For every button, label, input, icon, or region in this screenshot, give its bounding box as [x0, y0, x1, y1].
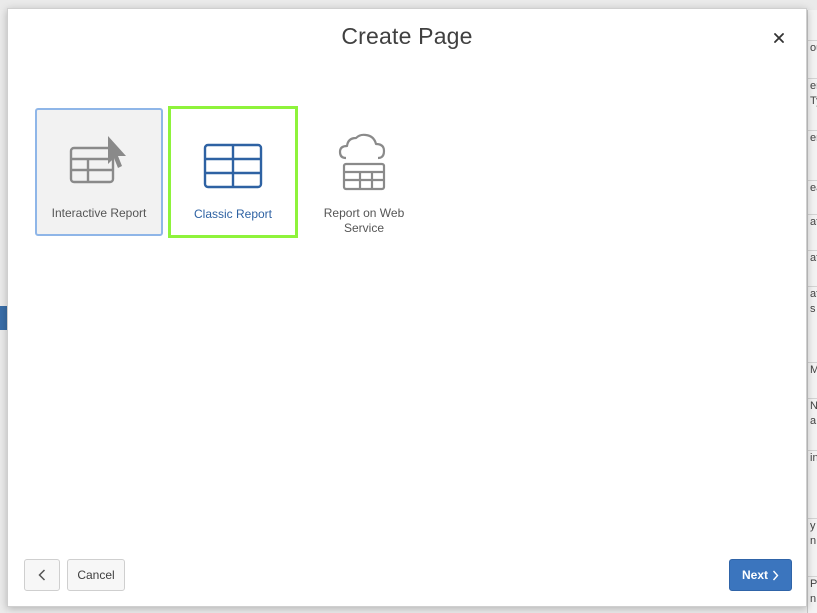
background-right-row: ea [808, 180, 817, 215]
background-right-row: Nua [808, 398, 817, 445]
create-page-dialog: Create Page Interactive Report Classic R… [7, 8, 807, 607]
classic-report-tile[interactable]: Classic Report [168, 106, 298, 238]
interactive-report-label: Interactive Report [51, 206, 147, 220]
chevron-left-icon [38, 569, 46, 581]
chevron-right-icon [772, 570, 779, 580]
web-service-report-label: Report on Web Service [323, 206, 405, 235]
web-service-report-icon [302, 132, 426, 192]
cancel-button[interactable]: Cancel [67, 559, 125, 591]
close-button[interactable] [768, 27, 790, 49]
interactive-report-tile[interactable]: Interactive Report [35, 108, 163, 236]
web-service-report-tile[interactable]: Report on Web Service [300, 108, 428, 236]
next-button[interactable]: Next [729, 559, 792, 591]
background-right-row: in [808, 450, 817, 491]
interactive-report-icon [37, 134, 161, 186]
background-left-selected-item [0, 306, 7, 330]
background-right-row: er [808, 130, 817, 175]
background-right-row: Ma [808, 362, 817, 399]
classic-report-icon [171, 143, 295, 189]
background-right-row: ate [808, 250, 817, 287]
dialog-title: Create Page [341, 23, 473, 49]
background-right-row: erTy [808, 78, 817, 125]
background-right-row: yn [808, 518, 817, 559]
previous-button[interactable] [24, 559, 60, 591]
background-right-row: Pan [808, 576, 817, 613]
background-bottom-toolbar [7, 607, 807, 613]
close-icon [774, 33, 784, 43]
classic-report-label: Classic Report [193, 207, 273, 221]
next-button-label: Next [741, 568, 768, 582]
background-right-panel: ou erTy er ea ate ate ates Ma Nua in yn … [807, 10, 817, 613]
cancel-button-label: Cancel [77, 568, 115, 582]
background-right-row: ate [808, 214, 817, 251]
background-right-row: ates [808, 286, 817, 337]
